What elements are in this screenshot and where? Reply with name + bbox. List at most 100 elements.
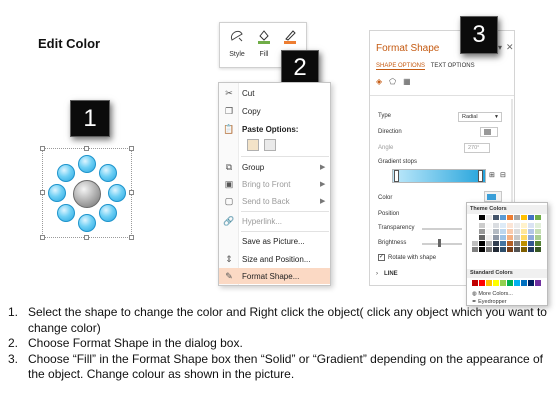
theme-color-swatch[interactable] [535, 229, 541, 234]
theme-color-swatch[interactable] [528, 229, 534, 234]
theme-color-swatch[interactable] [535, 235, 541, 240]
theme-color-swatch[interactable] [479, 235, 485, 240]
circle-node[interactable] [57, 204, 75, 222]
theme-color-swatch[interactable] [528, 241, 534, 246]
standard-color-swatch[interactable] [486, 280, 492, 286]
circle-node[interactable] [78, 155, 96, 173]
standard-color-swatch[interactable] [507, 280, 513, 286]
menu-item-size-and-position[interactable]: ⇕ Size and Position... [219, 251, 330, 267]
theme-color-swatch[interactable] [493, 241, 499, 246]
theme-color-swatch[interactable] [500, 235, 506, 240]
theme-color-swatch[interactable] [472, 235, 478, 240]
theme-color-swatch[interactable] [486, 223, 492, 228]
resize-handle[interactable] [40, 190, 45, 195]
theme-color-swatch[interactable] [507, 215, 513, 220]
theme-color-swatch[interactable] [472, 241, 478, 246]
theme-color-swatch[interactable] [472, 215, 478, 220]
theme-color-swatch[interactable] [500, 223, 506, 228]
theme-color-swatch[interactable] [521, 247, 527, 252]
theme-color-swatch[interactable] [528, 223, 534, 228]
resize-handle[interactable] [84, 235, 89, 240]
theme-color-swatch[interactable] [535, 247, 541, 252]
theme-color-swatch[interactable] [493, 215, 499, 220]
gradient-stops-bar[interactable] [392, 169, 486, 183]
effects-icon[interactable]: ⬠ [389, 77, 396, 93]
remove-stop-icon[interactable]: ⊟ [500, 171, 506, 179]
theme-color-swatch[interactable] [535, 241, 541, 246]
transparency-slider[interactable] [422, 228, 462, 230]
theme-color-swatch[interactable] [514, 229, 520, 234]
resize-handle[interactable] [129, 146, 134, 151]
theme-color-swatch[interactable] [507, 247, 513, 252]
theme-color-swatch[interactable] [507, 223, 513, 228]
circle-node[interactable] [99, 204, 117, 222]
theme-color-swatch[interactable] [500, 247, 506, 252]
circle-node[interactable] [99, 164, 117, 182]
theme-color-swatch[interactable] [479, 229, 485, 234]
gradient-stop-marker[interactable] [478, 170, 483, 182]
type-dropdown[interactable]: Radial ▼ [458, 112, 502, 122]
hub-circle[interactable] [73, 180, 101, 208]
angle-input[interactable]: 270° [464, 143, 490, 153]
menu-item-format-shape[interactable]: ✎ Format Shape... [219, 268, 330, 284]
standard-color-swatch[interactable] [472, 280, 478, 286]
resize-handle[interactable] [129, 235, 134, 240]
theme-color-swatch[interactable] [514, 223, 520, 228]
paste-picture-button[interactable] [264, 139, 276, 151]
tab-shape-options[interactable]: SHAPE OPTIONS [376, 63, 426, 70]
menu-item-save-as-picture[interactable]: Save as Picture... [219, 233, 330, 249]
theme-color-swatch[interactable] [535, 223, 541, 228]
paste-keep-formatting-button[interactable] [247, 139, 259, 151]
theme-color-swatch[interactable] [521, 215, 527, 220]
theme-color-swatch[interactable] [528, 247, 534, 252]
theme-color-swatch[interactable] [493, 247, 499, 252]
theme-color-swatch[interactable] [486, 229, 492, 234]
theme-color-swatch[interactable] [472, 247, 478, 252]
color-picker-button[interactable] [484, 191, 502, 202]
theme-color-swatch[interactable] [479, 241, 485, 246]
standard-color-swatch[interactable] [528, 280, 534, 286]
standard-color-swatch[interactable] [500, 280, 506, 286]
theme-color-swatch[interactable] [535, 215, 541, 220]
theme-color-swatch[interactable] [514, 215, 520, 220]
theme-color-swatch[interactable] [493, 235, 499, 240]
size-properties-icon[interactable]: ▦ [403, 77, 411, 93]
add-stop-icon[interactable]: ⊞ [489, 171, 495, 179]
standard-color-swatch[interactable] [514, 280, 520, 286]
more-colors-link[interactable]: ◍ More Colors... [472, 291, 513, 297]
rotate-checkbox[interactable]: ✓ [378, 254, 385, 261]
circle-node[interactable] [78, 214, 96, 232]
standard-color-swatch[interactable] [535, 280, 541, 286]
circle-node[interactable] [108, 184, 126, 202]
direction-dropdown[interactable] [480, 127, 498, 137]
theme-color-swatch[interactable] [493, 223, 499, 228]
circle-node[interactable] [48, 184, 66, 202]
standard-color-swatch[interactable] [521, 280, 527, 286]
close-icon[interactable]: ✕ [506, 42, 514, 53]
gradient-stop-marker[interactable] [394, 170, 399, 182]
theme-color-swatch[interactable] [500, 241, 506, 246]
theme-color-swatch[interactable] [472, 229, 478, 234]
theme-color-swatch[interactable] [521, 241, 527, 246]
menu-item-cut[interactable]: ✂ Cut [219, 85, 330, 101]
theme-color-swatch[interactable] [479, 247, 485, 252]
theme-color-swatch[interactable] [493, 229, 499, 234]
theme-color-swatch[interactable] [521, 229, 527, 234]
theme-color-swatch[interactable] [486, 241, 492, 246]
menu-item-copy[interactable]: ❐ Copy [219, 103, 330, 119]
tab-text-options[interactable]: TEXT OPTIONS [431, 63, 475, 69]
theme-color-swatch[interactable] [528, 215, 534, 220]
fill-button[interactable]: Fill [253, 27, 275, 67]
theme-color-swatch[interactable] [486, 247, 492, 252]
theme-color-swatch[interactable] [500, 215, 506, 220]
resize-handle[interactable] [40, 146, 45, 151]
theme-color-swatch[interactable] [514, 247, 520, 252]
theme-color-swatch[interactable] [507, 241, 513, 246]
theme-color-swatch[interactable] [479, 215, 485, 220]
menu-item-group[interactable]: ⧉ Group ▶ [219, 159, 330, 175]
resize-handle[interactable] [84, 146, 89, 151]
pane-options-icon[interactable]: ▾ [498, 43, 502, 52]
theme-color-swatch[interactable] [507, 235, 513, 240]
resize-handle[interactable] [40, 235, 45, 240]
style-button[interactable]: Style [226, 27, 248, 67]
